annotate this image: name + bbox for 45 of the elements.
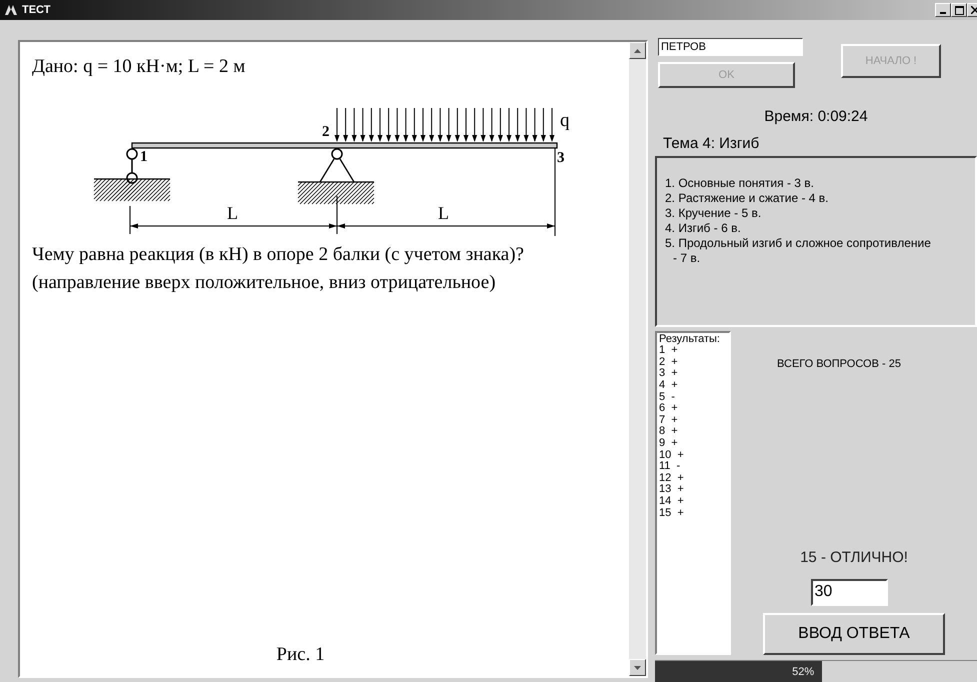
down-arrow-icon: [634, 666, 641, 670]
minimize-button[interactable]: [935, 3, 951, 17]
submit-answer-button[interactable]: ВВОД ОТВЕТА: [763, 612, 945, 655]
result-item: 5 -: [659, 392, 676, 403]
score-text: 15 - ОТЛИЧНО!: [800, 548, 908, 566]
given-text: Дано: q = 10 кН·м; L = 2 м: [32, 56, 246, 78]
scroll-up-button[interactable]: [629, 42, 646, 59]
answer-field[interactable]: 30: [810, 578, 888, 606]
total-questions-text: ВСЕГО ВОПРОСОВ - 25: [777, 358, 901, 370]
result-item: 10 +: [659, 450, 685, 461]
beam-diagram-drawing: 1 2 3 q L L: [94, 108, 570, 236]
maximize-button[interactable]: [951, 3, 967, 17]
maximize-icon: [954, 6, 964, 14]
topic-line: 4. Изгиб - 6 в.: [665, 220, 742, 236]
result-item: 13 +: [659, 484, 685, 496]
result-item: 4 +: [659, 380, 679, 392]
topic-line: 3. Кручение - 5 в.: [665, 206, 762, 221]
result-item: 9 +: [659, 438, 679, 450]
result-item: 2 +: [659, 356, 679, 368]
close-icon: [971, 6, 977, 14]
question-text: Чему равна реакция (в кН) в опоре 2 балки (с учетом знака)?: [32, 244, 525, 266]
scroll-down-button[interactable]: [629, 659, 646, 676]
topic-line: 2. Растяжение и сжатие - 4 в.: [665, 190, 830, 206]
result-item: 7 +: [659, 414, 679, 426]
result-item: 1 +: [659, 345, 678, 357]
result-item: 11 -: [659, 461, 682, 473]
result-item: 15 +: [659, 508, 685, 520]
topic-line: 5. Продольный изгиб и сложное сопротивление - 7 в.: [665, 236, 932, 266]
result-item: 8 +: [659, 426, 679, 438]
figure-caption: Рис. 1: [276, 644, 325, 666]
name-field[interactable]: ПЕТРОВ: [658, 38, 803, 56]
question-note: (направление вверх положительное, вниз отрицательное): [32, 272, 497, 294]
progress-reading: 52%: [792, 666, 814, 678]
result-item: 3 +: [659, 368, 679, 380]
up-arrow-icon: [634, 48, 641, 52]
topic-title: Тема 4: Изгиб: [663, 134, 760, 152]
timer-text: Время: 0:09:24: [763, 108, 869, 126]
topic-line: 1. Основные понятия - 3 в.: [665, 176, 815, 191]
scrollbar[interactable]: [629, 42, 646, 676]
app-icon: [4, 4, 18, 16]
results-title: Результаты:: [659, 334, 721, 345]
result-item: 14 +: [659, 496, 685, 508]
result-item: 6 +: [659, 403, 679, 415]
window-title: ТЕСТ: [22, 4, 50, 16]
result-item: 12 +: [659, 472, 685, 484]
